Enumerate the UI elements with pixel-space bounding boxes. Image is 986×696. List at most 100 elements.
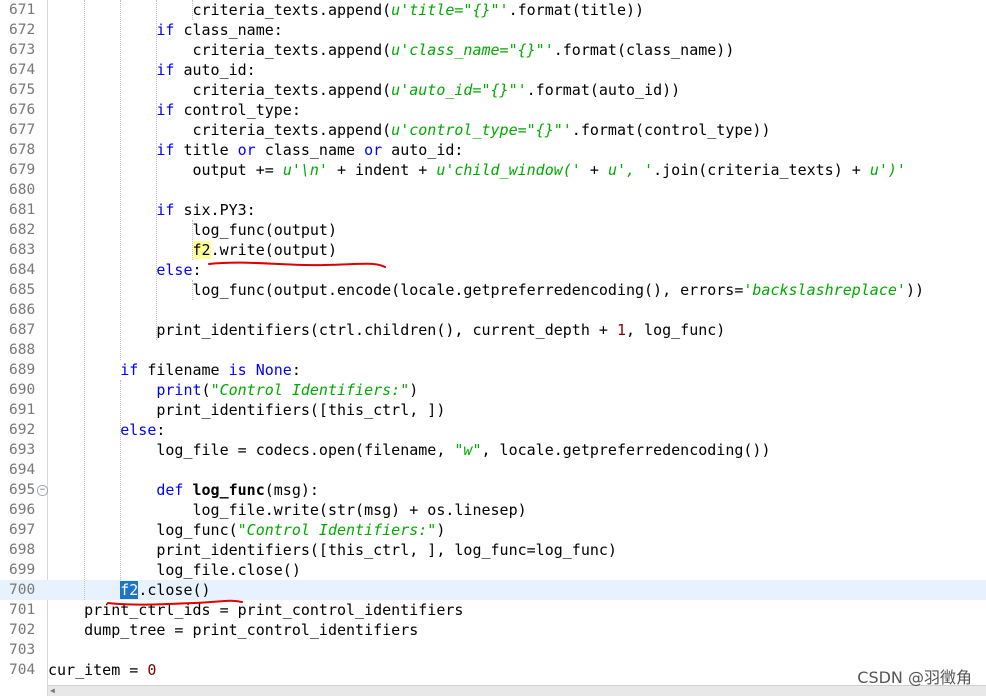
line-number: 703 xyxy=(9,642,36,658)
code-token: six.PY3: xyxy=(174,201,256,219)
fold-toggle-icon[interactable]: − xyxy=(37,485,48,496)
code-token: u'class_name="{}"' xyxy=(391,41,554,59)
line-number: 701 xyxy=(9,602,36,618)
line-number: 687 xyxy=(9,322,36,338)
code-token: auto_id: xyxy=(382,141,464,159)
code-token: dump_tree = print_control_identifiers xyxy=(48,621,419,639)
code-token: ) xyxy=(436,521,446,539)
code-line[interactable]: 677 criteria_texts.append(u'control_type… xyxy=(0,120,986,140)
code-token: if xyxy=(156,101,175,119)
code-line[interactable]: 675 criteria_texts.append(u'auto_id="{}"… xyxy=(0,80,986,100)
code-line[interactable]: 680 xyxy=(0,180,986,200)
code-line[interactable]: 697 log_func("Control Identifiers:") xyxy=(0,520,986,540)
code-line[interactable]: 690 print("Control Identifiers:") xyxy=(0,380,986,400)
code-line[interactable]: 688 xyxy=(0,340,986,360)
code-token: if xyxy=(156,21,175,39)
line-number: 702 xyxy=(9,622,36,638)
red-underline-annotation xyxy=(208,261,386,268)
code-token: if xyxy=(156,61,175,79)
code-line[interactable]: 679 output += u'\n' + indent + u'child_w… xyxy=(0,160,986,180)
code-token: : xyxy=(291,361,301,379)
code-line[interactable]: 684 else: xyxy=(0,260,986,280)
code-token: or xyxy=(237,141,256,159)
code-line[interactable]: 682 log_func(output) xyxy=(0,220,986,240)
code-token: None xyxy=(255,361,292,379)
code-token: else xyxy=(120,421,157,439)
line-number: 686 xyxy=(9,302,36,318)
indent-guide xyxy=(192,0,193,20)
code-text: log_func("Control Identifiers:") xyxy=(48,520,445,540)
code-token: criteria_texts.append( xyxy=(48,41,392,59)
code-token: print xyxy=(156,381,202,399)
code-text: print_identifiers(ctrl.children(), curre… xyxy=(48,320,725,340)
code-token: u', ' xyxy=(607,161,654,179)
code-line[interactable]: 678 if title or class_name or auto_id: xyxy=(0,140,986,160)
code-token: log_func xyxy=(192,481,265,499)
code-token: cur_item = xyxy=(48,661,148,679)
line-number: 682 xyxy=(9,222,36,238)
line-number: 674 xyxy=(9,62,36,78)
code-token: print_identifiers([this_ctrl, ], log_fun… xyxy=(48,541,617,559)
code-token: print_identifiers(ctrl.children(), curre… xyxy=(48,321,617,339)
code-token: criteria_texts.append( xyxy=(48,81,392,99)
code-token: log_func(output.encode(locale.getpreferr… xyxy=(48,281,744,299)
code-token: "Control Identifiers:" xyxy=(237,521,437,539)
code-line[interactable]: 702 dump_tree = print_control_identifier… xyxy=(0,620,986,640)
code-token: 0 xyxy=(147,661,157,679)
code-text: criteria_texts.append(u'auto_id="{}"'.fo… xyxy=(48,80,680,100)
code-line[interactable]: 674 if auto_id: xyxy=(0,60,986,80)
code-line[interactable]: 672 if class_name: xyxy=(0,20,986,40)
indent-guide xyxy=(192,220,193,260)
code-line[interactable]: 687 print_identifiers(ctrl.children(), c… xyxy=(0,320,986,340)
code-line[interactable]: 689 if filename is None: xyxy=(0,360,986,380)
line-number: 697 xyxy=(9,522,36,538)
code-line[interactable]: 696 log_file.write(str(msg) + os.linesep… xyxy=(0,500,986,520)
code-token: u'child_window(' xyxy=(436,161,581,179)
line-number: 685 xyxy=(9,282,36,298)
line-number: 673 xyxy=(9,42,36,58)
indent-guide xyxy=(84,0,85,600)
code-token: class_name xyxy=(255,141,365,159)
code-line[interactable]: 691 print_identifiers([this_ctrl, ]) xyxy=(0,400,986,420)
code-line[interactable]: 683 f2.write(output) xyxy=(0,240,986,260)
code-token: else xyxy=(156,261,193,279)
line-number: 691 xyxy=(9,402,36,418)
code-text: print_identifiers([this_ctrl, ]) xyxy=(48,400,445,420)
scroll-left-arrow-icon[interactable]: ◀ xyxy=(50,686,55,695)
line-number: 692 xyxy=(9,422,36,438)
code-line[interactable]: 686 xyxy=(0,300,986,320)
code-token: 1 xyxy=(616,321,626,339)
code-line[interactable]: 699 log_file.close() xyxy=(0,560,986,580)
code-line[interactable]: 685 log_func(output.encode(locale.getpre… xyxy=(0,280,986,300)
code-line[interactable]: 694 xyxy=(0,460,986,480)
line-number: 684 xyxy=(9,262,36,278)
line-number: 704 xyxy=(9,662,36,678)
code-line[interactable]: 703 xyxy=(0,640,986,660)
code-line[interactable]: 676 if control_type: xyxy=(0,100,986,120)
line-number: 698 xyxy=(9,542,36,558)
code-token: log_func( xyxy=(48,521,238,539)
code-text: if title or class_name or auto_id: xyxy=(48,140,463,160)
horizontal-scrollbar[interactable] xyxy=(48,685,986,696)
code-line[interactable]: 673 criteria_texts.append(u'class_name="… xyxy=(0,40,986,60)
code-line[interactable]: 671 criteria_texts.append(u'title="{}"'.… xyxy=(0,0,986,20)
code-token: filename xyxy=(138,361,229,379)
code-token: 'backslashreplace' xyxy=(743,281,906,299)
code-text: log_file = codecs.open(filename, "w", lo… xyxy=(48,440,770,460)
code-token: print_identifiers([this_ctrl, ]) xyxy=(48,401,446,419)
code-line[interactable]: 704 cur_item = 0 xyxy=(0,660,986,680)
code-token: u'auto_id="{}"' xyxy=(391,81,527,99)
code-line[interactable]: 695− def log_func(msg): xyxy=(0,480,986,500)
code-token: if xyxy=(156,201,175,219)
code-token: , locale.getpreferredencoding()) xyxy=(481,441,771,459)
code-token: class_name: xyxy=(174,21,283,39)
code-line[interactable]: 692 else: xyxy=(0,420,986,440)
code-line[interactable]: 693 log_file = codecs.open(filename, "w"… xyxy=(0,440,986,460)
code-text: if auto_id: xyxy=(48,60,255,80)
code-line[interactable]: 681 if six.PY3: xyxy=(0,200,986,220)
code-line[interactable]: 698 print_identifiers([this_ctrl, ], log… xyxy=(0,540,986,560)
code-token: title xyxy=(174,141,238,159)
